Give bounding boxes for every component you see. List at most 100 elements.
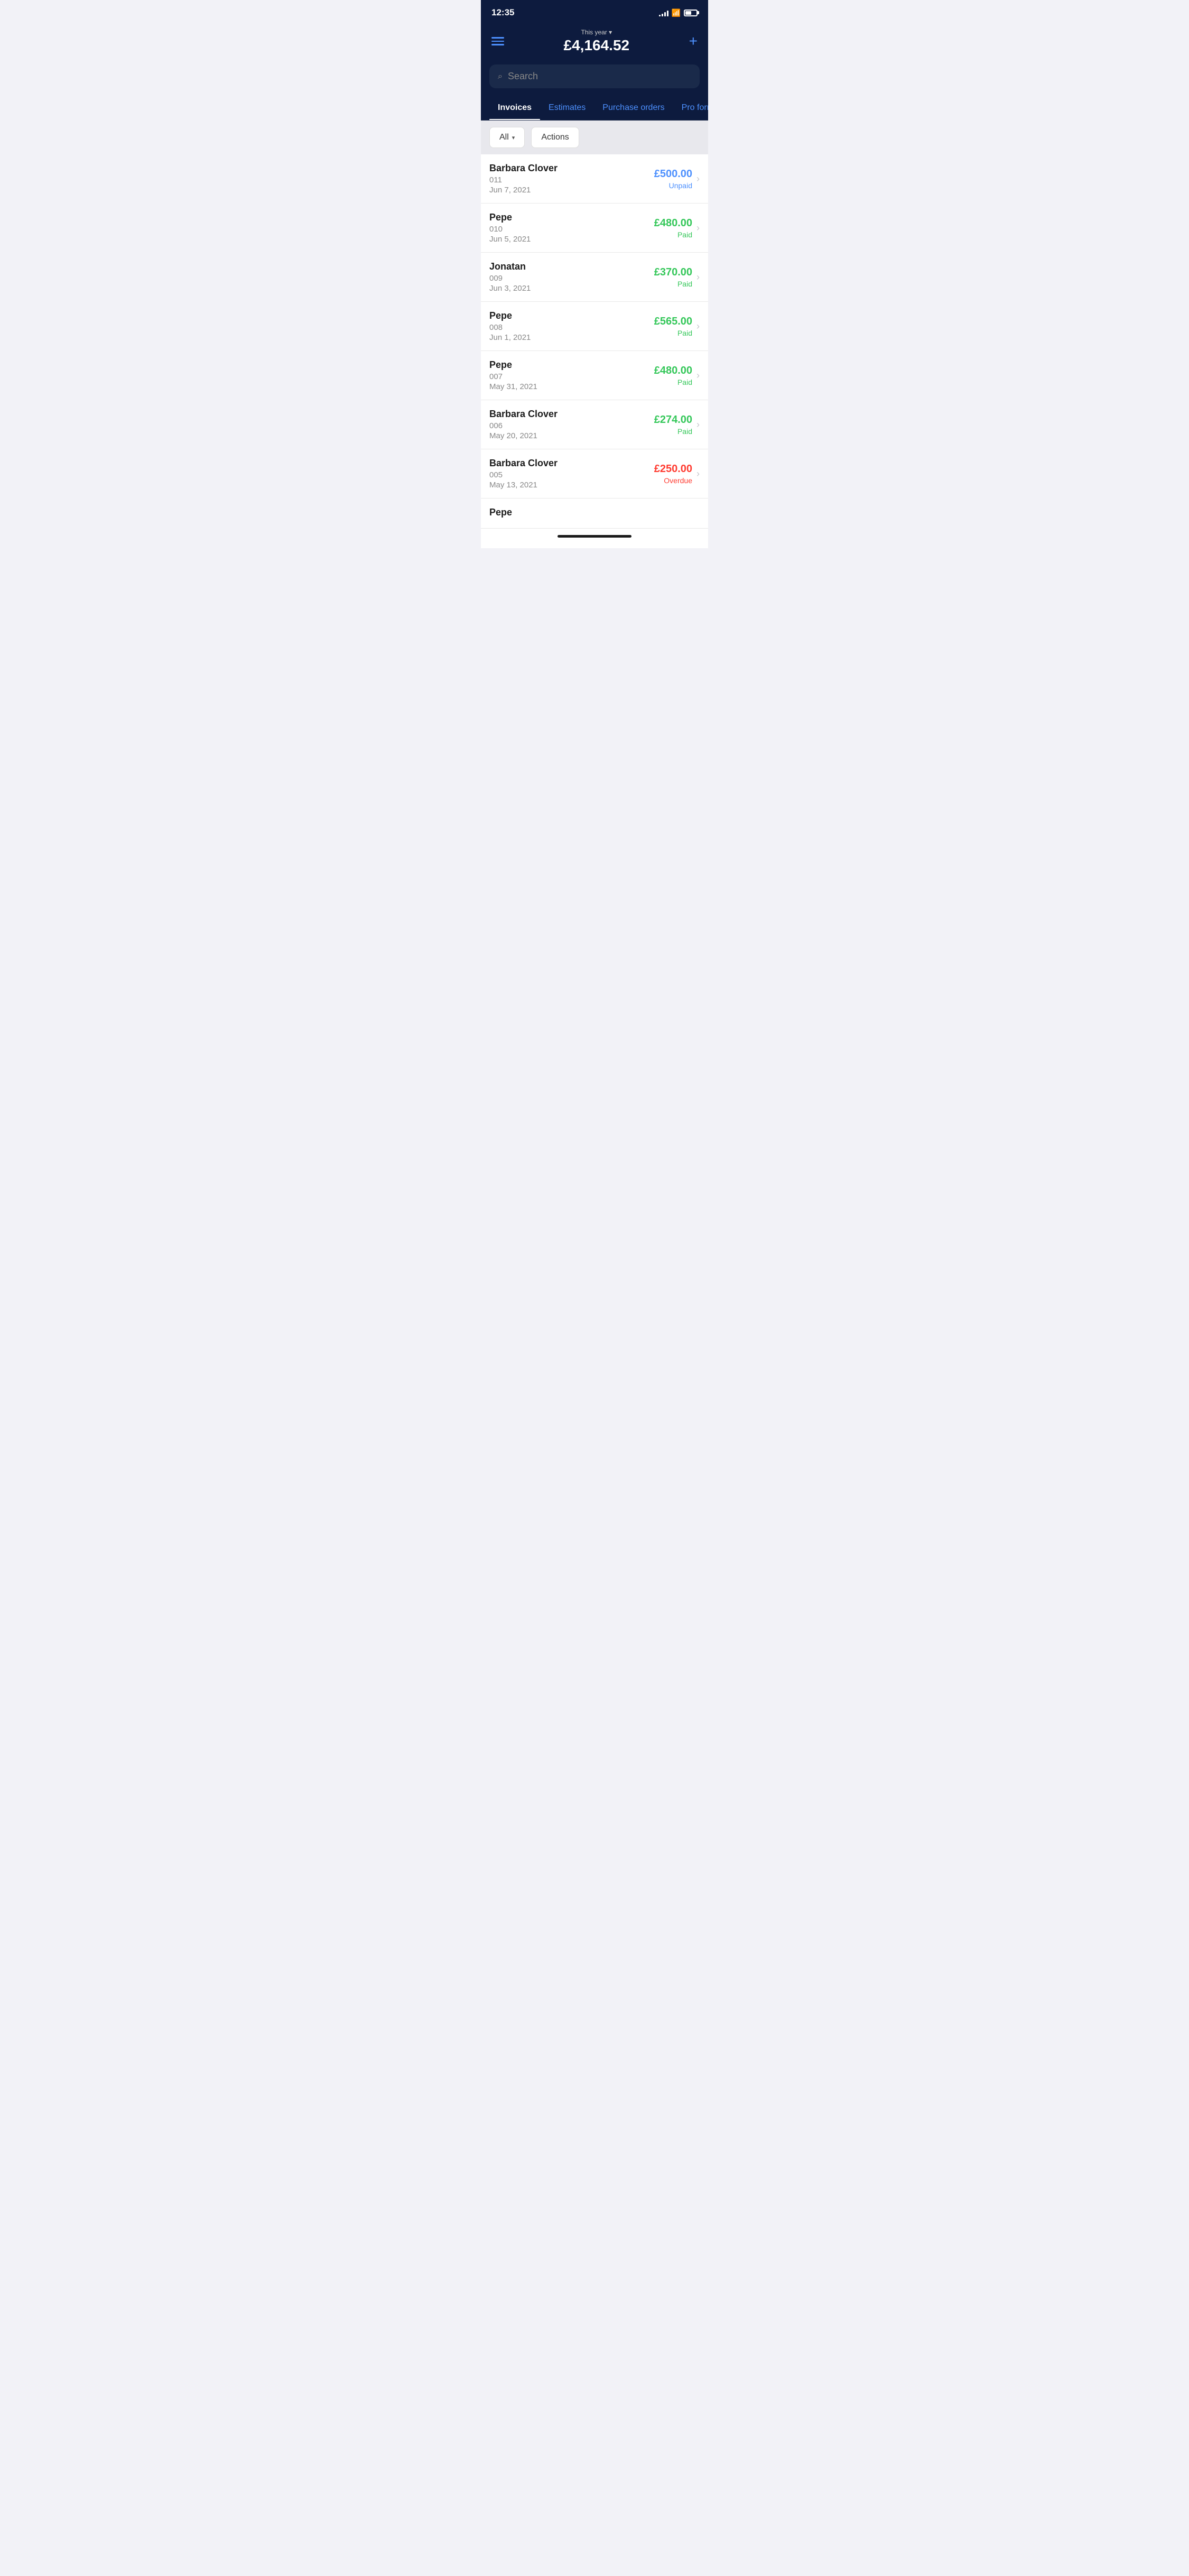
invoice-left: Barbara Clover 005 May 13, 2021: [489, 458, 654, 490]
battery-icon: [684, 10, 698, 16]
invoice-right: £480.00 Paid ›: [654, 365, 700, 386]
invoice-amount: £250.00: [654, 463, 692, 475]
chevron-down-icon: ▾: [512, 134, 515, 141]
invoice-name: Barbara Clover: [489, 163, 654, 174]
invoice-date: May 13, 2021: [489, 481, 654, 490]
invoice-date: Jun 5, 2021: [489, 235, 654, 244]
invoice-status: Paid: [654, 427, 692, 436]
invoice-item[interactable]: Pepe 010 Jun 5, 2021 £480.00 Paid ›: [481, 204, 708, 253]
invoice-amount: £500.00: [654, 168, 692, 180]
invoice-right: £500.00 Unpaid ›: [654, 168, 700, 190]
status-time: 12:35: [491, 7, 514, 18]
invoice-name: Pepe: [489, 212, 654, 223]
invoice-number: 010: [489, 225, 654, 234]
search-bar: ⌕: [489, 64, 700, 88]
invoice-left: Pepe: [489, 507, 700, 520]
invoice-name: Pepe: [489, 507, 700, 518]
invoice-item[interactable]: Barbara Clover 005 May 13, 2021 £250.00 …: [481, 449, 708, 498]
tab-invoices[interactable]: Invoices: [489, 97, 540, 120]
invoice-amount: £274.00: [654, 414, 692, 426]
app-header: This year ▾ £4,164.52 +: [481, 23, 708, 64]
invoice-amount-wrap: £500.00 Unpaid: [654, 168, 692, 190]
header-period[interactable]: This year ▾: [564, 29, 630, 36]
actions-button[interactable]: Actions: [531, 127, 579, 148]
invoice-date: May 20, 2021: [489, 431, 654, 440]
tab-purchase-orders[interactable]: Purchase orders: [594, 97, 673, 120]
invoice-date: Jun 7, 2021: [489, 186, 654, 195]
invoice-amount-wrap: £370.00 Paid: [654, 266, 692, 288]
invoice-amount: £480.00: [654, 217, 692, 229]
invoice-status: Paid: [654, 280, 692, 288]
invoice-left: Jonatan 009 Jun 3, 2021: [489, 261, 654, 293]
invoice-name: Barbara Clover: [489, 409, 654, 420]
invoice-amount: £565.00: [654, 316, 692, 328]
invoice-date: May 31, 2021: [489, 382, 654, 391]
invoice-amount-wrap: £274.00 Paid: [654, 414, 692, 436]
invoice-date: Jun 3, 2021: [489, 284, 654, 293]
invoice-number: 005: [489, 470, 654, 479]
invoice-number: 009: [489, 274, 654, 283]
invoice-right: £565.00 Paid ›: [654, 316, 700, 337]
header-amount: £4,164.52: [564, 37, 630, 54]
invoice-status: Paid: [654, 378, 692, 386]
tabs-container: Invoices Estimates Purchase orders Pro f…: [481, 97, 708, 121]
invoice-item[interactable]: Pepe 007 May 31, 2021 £480.00 Paid ›: [481, 351, 708, 400]
invoice-amount: £480.00: [654, 365, 692, 377]
all-filter-button[interactable]: All ▾: [489, 127, 525, 148]
invoice-left: Pepe 007 May 31, 2021: [489, 359, 654, 391]
status-bar: 12:35 📶: [481, 0, 708, 23]
tab-estimates[interactable]: Estimates: [540, 97, 594, 120]
wifi-icon: 📶: [672, 8, 681, 17]
invoice-amount: £370.00: [654, 266, 692, 279]
invoice-item[interactable]: Pepe: [481, 498, 708, 529]
invoice-name: Pepe: [489, 310, 654, 321]
invoice-status: Paid: [654, 230, 692, 239]
chevron-right-icon: ›: [696, 223, 700, 234]
search-container: ⌕: [481, 64, 708, 97]
status-icons: 📶: [659, 8, 698, 17]
invoice-status: Overdue: [654, 476, 692, 485]
invoice-left: Pepe 008 Jun 1, 2021: [489, 310, 654, 342]
invoice-name: Barbara Clover: [489, 458, 654, 469]
tab-pro-forma[interactable]: Pro forma: [673, 97, 708, 120]
invoice-amount-wrap: £565.00 Paid: [654, 316, 692, 337]
chevron-right-icon: ›: [696, 419, 700, 430]
invoice-amount-wrap: £480.00 Paid: [654, 365, 692, 386]
invoice-number: 011: [489, 176, 654, 184]
invoice-list: Barbara Clover 011 Jun 7, 2021 £500.00 U…: [481, 154, 708, 529]
chevron-right-icon: ›: [696, 173, 700, 184]
filter-bar: All ▾ Actions: [481, 121, 708, 154]
invoice-item[interactable]: Pepe 008 Jun 1, 2021 £565.00 Paid ›: [481, 302, 708, 351]
invoice-amount-wrap: £250.00 Overdue: [654, 463, 692, 485]
invoice-left: Barbara Clover 006 May 20, 2021: [489, 409, 654, 440]
chevron-right-icon: ›: [696, 468, 700, 479]
header-center: This year ▾ £4,164.52: [564, 29, 630, 54]
invoice-name: Jonatan: [489, 261, 654, 272]
invoice-number: 006: [489, 421, 654, 430]
invoice-left: Pepe 010 Jun 5, 2021: [489, 212, 654, 244]
invoice-date: Jun 1, 2021: [489, 333, 654, 342]
invoice-item[interactable]: Barbara Clover 011 Jun 7, 2021 £500.00 U…: [481, 154, 708, 204]
search-icon: ⌕: [498, 72, 503, 81]
home-indicator: [558, 535, 631, 538]
invoice-amount-wrap: £480.00 Paid: [654, 217, 692, 239]
signal-icon: [659, 9, 668, 16]
invoice-right: £274.00 Paid ›: [654, 414, 700, 436]
invoice-number: 007: [489, 372, 654, 381]
chevron-right-icon: ›: [696, 370, 700, 381]
bottom-bar: [481, 529, 708, 548]
invoice-right: £250.00 Overdue ›: [654, 463, 700, 485]
invoice-item[interactable]: Jonatan 009 Jun 3, 2021 £370.00 Paid ›: [481, 253, 708, 302]
search-input[interactable]: [508, 71, 691, 82]
add-button[interactable]: +: [689, 34, 698, 49]
chevron-right-icon: ›: [696, 272, 700, 283]
invoice-status: Unpaid: [654, 181, 692, 190]
invoice-name: Pepe: [489, 359, 654, 371]
invoice-number: 008: [489, 323, 654, 332]
menu-button[interactable]: [491, 37, 504, 45]
invoice-right: £370.00 Paid ›: [654, 266, 700, 288]
invoice-status: Paid: [654, 329, 692, 337]
invoice-left: Barbara Clover 011 Jun 7, 2021: [489, 163, 654, 195]
invoice-item[interactable]: Barbara Clover 006 May 20, 2021 £274.00 …: [481, 400, 708, 449]
invoice-right: £480.00 Paid ›: [654, 217, 700, 239]
